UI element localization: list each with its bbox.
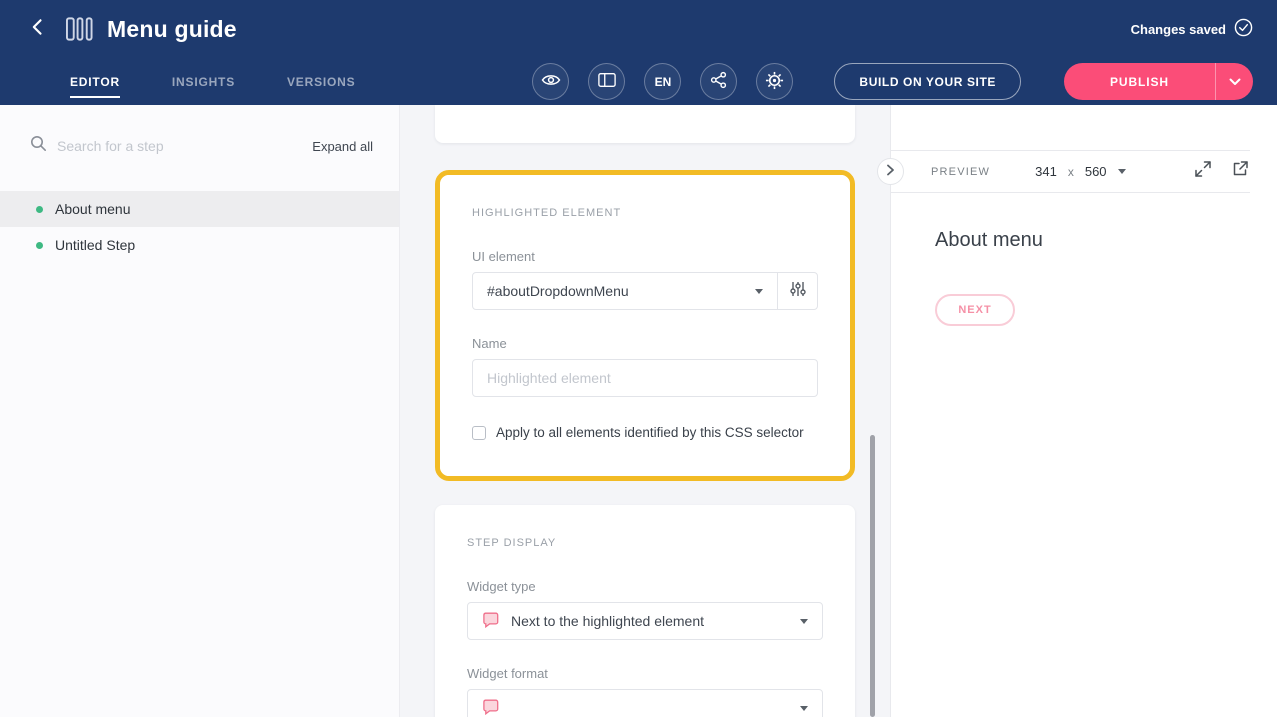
ui-element-select[interactable]: #aboutDropdownMenu (473, 273, 777, 309)
back-button[interactable] (24, 15, 52, 43)
size-separator: x (1068, 165, 1074, 179)
step-search-row: Expand all (0, 105, 399, 157)
widget-type-label: Widget type (467, 579, 823, 594)
section-title-highlighted-element: HIGHLIGHTED ELEMENT (472, 207, 818, 219)
preview-header-icons (1195, 161, 1248, 182)
settings-button[interactable] (756, 63, 793, 100)
preview-label: PREVIEW (931, 166, 990, 178)
sliders-icon (790, 281, 806, 302)
widget-type-icon (482, 612, 499, 631)
header-title-row: Menu guide Changes saved (0, 0, 1277, 58)
step-item-about-menu[interactable]: About menu (0, 191, 399, 227)
element-picker-button[interactable] (777, 273, 817, 309)
layout-icon (598, 72, 616, 91)
step-item-untitled-step[interactable]: Untitled Step (0, 227, 399, 263)
widget-format-label: Widget format (467, 666, 823, 681)
share-icon (710, 71, 727, 92)
publish-caret-button[interactable] (1215, 63, 1253, 100)
language-badge-label: EN (655, 75, 672, 89)
chevron-down-icon (755, 289, 763, 294)
bullet-dot-icon (36, 242, 43, 249)
selection-highlight-ring: HIGHLIGHTED ELEMENT UI element #aboutDro… (435, 170, 855, 481)
app-header: Menu guide Changes saved EDITOR INSIGHTS… (0, 0, 1277, 105)
step-list: About menu Untitled Step (0, 191, 399, 263)
apply-all-checkbox[interactable] (472, 426, 486, 440)
widget-format-icon (482, 699, 499, 717)
publish-split-button: PUBLISH (1064, 63, 1253, 100)
external-link-icon (1232, 161, 1248, 182)
chevron-right-icon (886, 163, 895, 181)
preview-eye-button[interactable] (532, 63, 569, 100)
language-button[interactable]: EN (644, 63, 681, 100)
header-icon-buttons: EN (532, 63, 1253, 100)
preview-header: PREVIEW 341 x 560 (891, 150, 1250, 193)
eye-icon (541, 72, 561, 91)
card-top-partial (435, 105, 855, 143)
step-item-label: About menu (55, 201, 131, 217)
bullet-dot-icon (36, 206, 43, 213)
ui-element-select-group: #aboutDropdownMenu (472, 272, 818, 310)
tab-editor[interactable]: EDITOR (70, 58, 120, 105)
collapse-preview-button[interactable] (877, 158, 904, 185)
step-editor-panel: HIGHLIGHTED ELEMENT UI element #aboutDro… (400, 105, 890, 717)
tab-insights[interactable]: INSIGHTS (172, 58, 235, 105)
expand-icon (1195, 161, 1211, 182)
chevron-left-icon (28, 17, 48, 42)
search-input[interactable] (57, 138, 302, 154)
steps-sidebar: Expand all About menu Untitled Step (0, 105, 400, 717)
editor-cards-column: HIGHLIGHTED ELEMENT UI element #aboutDro… (435, 105, 855, 717)
step-display-card: STEP DISPLAY Widget type Next to the hig… (435, 505, 855, 717)
share-button[interactable] (700, 63, 737, 100)
preview-height-value: 560 (1085, 164, 1107, 179)
apply-all-label: Apply to all elements identified by this… (496, 425, 804, 440)
chevron-down-icon (1118, 169, 1126, 174)
preview-body: About menu NEXT (891, 193, 1277, 326)
build-on-your-site-button[interactable]: BUILD ON YOUR SITE (834, 63, 1021, 100)
preview-width-value: 341 (1035, 164, 1057, 179)
chevron-down-icon (1229, 73, 1241, 91)
header-toolbar-row: EDITOR INSIGHTS VERSIONS (0, 58, 1277, 105)
step-item-label: Untitled Step (55, 237, 135, 253)
publish-button[interactable]: PUBLISH (1064, 63, 1215, 100)
page-title: Menu guide (107, 16, 237, 43)
editor-scrollbar-thumb[interactable] (870, 435, 875, 717)
layout-button[interactable] (588, 63, 625, 100)
preview-next-button[interactable]: NEXT (935, 294, 1015, 326)
header-tabs: EDITOR INSIGHTS VERSIONS (70, 58, 355, 105)
section-title-step-display: STEP DISPLAY (467, 537, 823, 549)
name-label: Name (472, 336, 818, 351)
expand-preview-button[interactable] (1195, 161, 1211, 182)
check-circle-icon (1234, 18, 1253, 40)
widget-format-select[interactable] (467, 689, 823, 717)
highlighted-element-card: HIGHLIGHTED ELEMENT UI element #aboutDro… (440, 175, 850, 476)
changes-saved-status: Changes saved (1131, 18, 1253, 40)
ui-element-value: #aboutDropdownMenu (487, 283, 629, 299)
chevron-down-icon (800, 619, 808, 624)
app-logo-icon (66, 17, 93, 41)
gear-icon (765, 71, 784, 93)
open-external-button[interactable] (1232, 161, 1248, 182)
search-icon (30, 135, 47, 157)
widget-type-select[interactable]: Next to the highlighted element (467, 602, 823, 640)
changes-saved-label: Changes saved (1131, 22, 1226, 37)
tab-versions[interactable]: VERSIONS (287, 58, 355, 105)
preview-card-title: About menu (935, 229, 1277, 252)
expand-all-link[interactable]: Expand all (312, 139, 373, 154)
preview-panel: PREVIEW 341 x 560 (890, 105, 1277, 717)
name-input[interactable] (472, 359, 818, 397)
chevron-down-icon (800, 706, 808, 711)
ui-element-label: UI element (472, 249, 818, 264)
preview-size-control[interactable]: 341 x 560 (1035, 164, 1125, 179)
widget-type-value: Next to the highlighted element (511, 613, 704, 629)
apply-all-row: Apply to all elements identified by this… (472, 425, 818, 440)
